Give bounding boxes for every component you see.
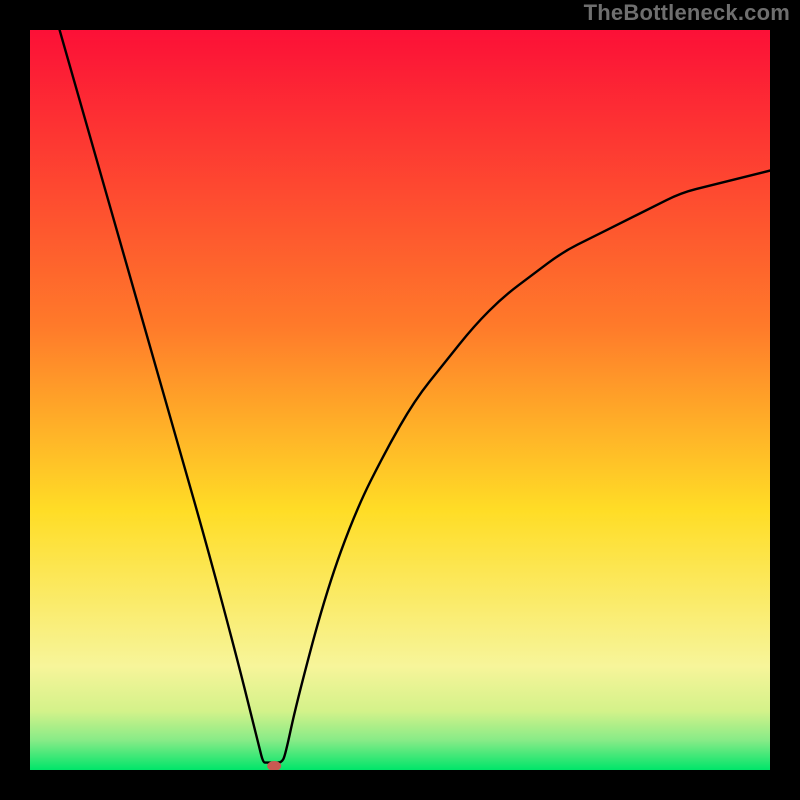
gradient-background <box>30 30 770 770</box>
watermark-text: TheBottleneck.com <box>584 0 790 26</box>
bottleneck-chart <box>30 30 770 770</box>
chart-frame: TheBottleneck.com <box>0 0 800 800</box>
